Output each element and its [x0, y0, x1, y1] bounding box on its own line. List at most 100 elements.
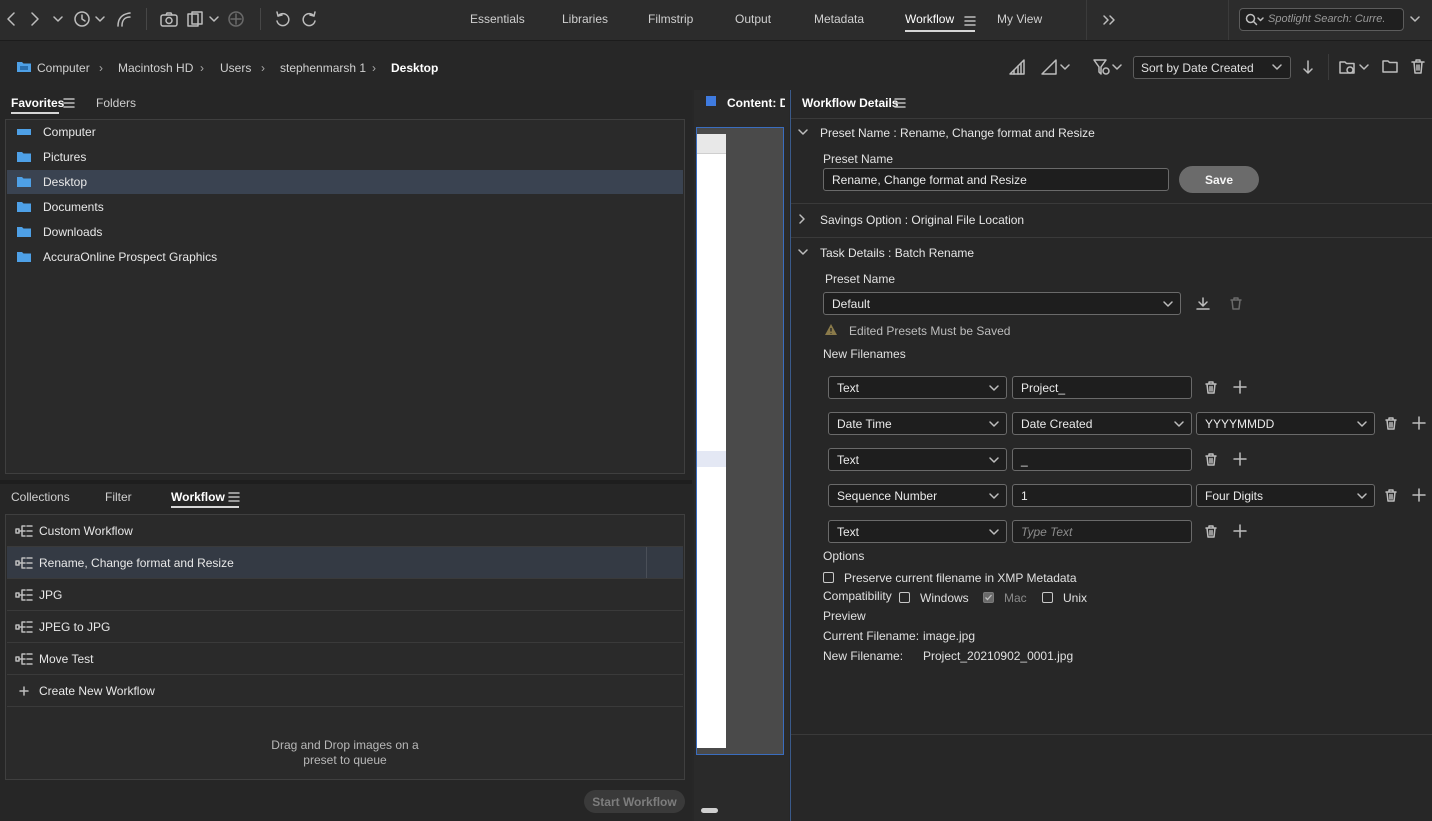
preset-name-label: Preset Name	[823, 152, 894, 166]
filename-row-2-field[interactable]: Date Created	[1012, 412, 1192, 435]
workspace-menu-icon[interactable]	[962, 10, 978, 32]
plus-icon[interactable]	[1231, 450, 1249, 468]
task-section-header[interactable]: Task Details : Batch Rename	[820, 246, 974, 260]
top-toolbar: Essentials Libraries Filmstrip Output Me…	[0, 0, 1432, 40]
chevron-right-icon: ›	[99, 61, 103, 75]
panel-menu-icon[interactable]	[63, 98, 75, 108]
tab-favorites[interactable]: Favorites	[11, 96, 64, 110]
recent-folders-icon[interactable]	[1338, 58, 1370, 76]
plus-icon[interactable]	[1231, 378, 1249, 396]
delete-icon[interactable]	[1410, 58, 1426, 75]
trash-icon[interactable]	[1202, 378, 1220, 396]
plus-icon[interactable]	[1231, 522, 1249, 540]
filename-row-5-text[interactable]: Type Text	[1012, 520, 1192, 543]
horizontal-scrollbar[interactable]	[701, 808, 718, 813]
trash-icon[interactable]	[1202, 450, 1220, 468]
savings-section-header[interactable]: Savings Option : Original File Location	[820, 213, 1024, 227]
copy-files-icon[interactable]	[186, 8, 220, 30]
workspace-tab-filmstrip[interactable]: Filmstrip	[648, 12, 693, 26]
back-icon[interactable]	[2, 8, 20, 30]
panel-menu-icon[interactable]	[228, 492, 240, 502]
boomerang-icon[interactable]	[114, 8, 134, 30]
plus-icon[interactable]	[1410, 486, 1428, 504]
trash-icon[interactable]	[1382, 486, 1400, 504]
chevron-down-icon[interactable]	[797, 127, 809, 137]
workflow-details-title[interactable]: Workflow Details	[802, 96, 898, 110]
save-preset-icon[interactable]	[1195, 296, 1211, 312]
filter-icon[interactable]	[1092, 58, 1122, 76]
workspace-tab-output[interactable]: Output	[735, 12, 771, 26]
recent-history-icon[interactable]	[72, 8, 106, 30]
preset-name-input[interactable]: Rename, Change format and Resize	[823, 168, 1169, 191]
workspace-tab-libraries[interactable]: Libraries	[562, 12, 608, 26]
filename-row-4-text[interactable]: 1	[1012, 484, 1192, 507]
history-dropdown-icon[interactable]	[50, 8, 66, 30]
breadcrumb-user[interactable]: stephenmarsh 1	[280, 61, 366, 75]
forward-icon[interactable]	[26, 8, 44, 30]
workflow-item-jpeg-to-jpg[interactable]: JPEG to JPG	[7, 611, 683, 643]
filename-row-1-text[interactable]: Project_	[1012, 376, 1192, 399]
more-workspaces-icon[interactable]	[1100, 9, 1118, 31]
create-new-workflow[interactable]: Create New Workflow	[7, 675, 683, 707]
chevron-down-icon	[1357, 493, 1367, 499]
workflow-item-jpg[interactable]: JPG	[7, 579, 683, 611]
panel-menu-icon[interactable]	[894, 98, 906, 108]
filename-row-4-format[interactable]: Four Digits	[1196, 484, 1375, 507]
chevron-right-icon: ›	[261, 61, 265, 75]
task-preset-select[interactable]: Default	[823, 292, 1181, 315]
search-dropdown-icon[interactable]	[1407, 8, 1423, 30]
workspace-tab-essentials[interactable]: Essentials	[470, 12, 525, 26]
trash-icon[interactable]	[1382, 414, 1400, 432]
favorite-computer[interactable]: Computer	[7, 120, 683, 144]
new-filename-label: New Filename:	[823, 649, 904, 663]
filename-row-5-type[interactable]: Text	[828, 520, 1007, 543]
chevron-down-icon	[1357, 421, 1367, 427]
chevron-down-icon	[989, 457, 999, 463]
favorite-pictures[interactable]: Pictures	[7, 145, 683, 169]
filename-row-4-type[interactable]: Sequence Number	[828, 484, 1007, 507]
panel-splitter[interactable]	[0, 480, 692, 484]
favorite-desktop[interactable]: Desktop	[7, 170, 683, 194]
workflow-item-move-test[interactable]: Move Test	[7, 643, 683, 675]
breadcrumb-macintosh-hd[interactable]: Macintosh HD	[118, 61, 193, 75]
workflow-item-rename[interactable]: Rename, Change format and Resize	[7, 547, 683, 579]
favorite-downloads[interactable]: Downloads	[7, 220, 683, 244]
preset-section-header[interactable]: Preset Name : Rename, Change format and …	[820, 126, 1095, 140]
chevron-down-icon[interactable]	[797, 247, 809, 257]
filename-row-1-type[interactable]: Text	[828, 376, 1007, 399]
favorite-accuraonline[interactable]: AccuraOnline Prospect Graphics	[7, 245, 683, 269]
chevron-right-icon[interactable]	[797, 213, 807, 225]
rating-filter-icon[interactable]	[1040, 58, 1070, 76]
filename-row-2-format[interactable]: YYYYMMDD	[1196, 412, 1375, 435]
rotate-left-icon[interactable]	[272, 8, 294, 30]
content-panel-title[interactable]: Content: De	[727, 96, 785, 110]
breadcrumb-users[interactable]: Users	[220, 61, 251, 75]
new-folder-icon[interactable]	[1381, 58, 1399, 74]
windows-checkbox[interactable]	[899, 592, 910, 603]
tab-collections[interactable]: Collections	[11, 490, 70, 504]
favorite-documents[interactable]: Documents	[7, 195, 683, 219]
plus-icon[interactable]	[1410, 414, 1428, 432]
sort-direction-icon[interactable]	[1301, 59, 1315, 75]
content-thumbnail[interactable]	[697, 134, 726, 748]
workflow-item-custom[interactable]: Custom Workflow	[7, 515, 683, 547]
breadcrumb-desktop[interactable]: Desktop	[391, 61, 438, 75]
chevron-down-icon	[989, 385, 999, 391]
workspace-tab-myview[interactable]: My View	[997, 12, 1042, 26]
preserve-filename-checkbox[interactable]	[823, 572, 834, 583]
breadcrumb-computer[interactable]: Computer	[37, 61, 90, 75]
camera-import-icon[interactable]	[158, 8, 182, 30]
workspace-tab-workflow[interactable]: Workflow	[905, 12, 954, 26]
filename-row-2-type[interactable]: Date Time	[828, 412, 1007, 435]
trash-icon[interactable]	[1202, 522, 1220, 540]
unix-checkbox[interactable]	[1042, 592, 1053, 603]
tab-folders[interactable]: Folders	[96, 96, 136, 110]
save-button[interactable]: Save	[1179, 166, 1259, 193]
tab-workflow[interactable]: Workflow	[171, 490, 225, 504]
quality-icon[interactable]	[1008, 58, 1026, 76]
tab-filter[interactable]: Filter	[105, 490, 132, 504]
filename-row-3-text[interactable]: _	[1012, 448, 1192, 471]
rotate-right-icon[interactable]	[298, 8, 320, 30]
workspace-tab-metadata[interactable]: Metadata	[814, 12, 864, 26]
filename-row-3-type[interactable]: Text	[828, 448, 1007, 471]
